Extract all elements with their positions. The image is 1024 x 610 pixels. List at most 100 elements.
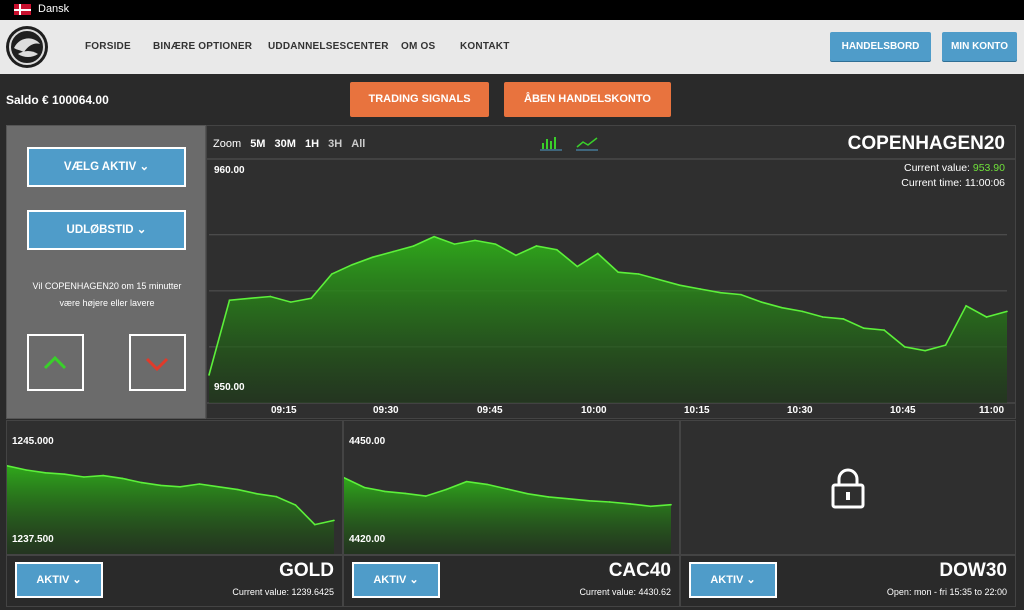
data-point — [140, 481, 143, 484]
data-point — [351, 263, 354, 266]
data-point — [465, 480, 468, 483]
trading-desk-button[interactable]: HANDELSBORD — [830, 32, 931, 61]
cac40-asset-button[interactable]: AKTIV ⌄ — [352, 562, 440, 598]
gold-y-tick-top: 1245.000 — [12, 436, 54, 447]
x-tick-label: 10:30 — [787, 405, 813, 416]
series-area — [7, 465, 334, 554]
data-point — [608, 501, 611, 503]
cac40-y-tick-bottom: 4420.00 — [349, 534, 386, 545]
series-area — [209, 236, 1007, 403]
prediction-question: Vil COPENHAGEN20 om 15 minutter være høj… — [32, 281, 182, 308]
nav-item-about[interactable]: OM OS — [401, 41, 435, 52]
select-asset-button[interactable]: VÆLG AKTIV ⌄ — [27, 147, 186, 187]
data-point — [903, 346, 906, 348]
balance-text: Saldo € 100064.00 — [6, 93, 109, 107]
logo-icon[interactable] — [6, 26, 48, 68]
put-lower-button[interactable] — [129, 334, 186, 391]
cac40-price-chart — [344, 476, 672, 554]
data-point — [494, 243, 497, 245]
data-point — [719, 291, 722, 294]
nav-item-contact[interactable]: KONTAKT — [460, 41, 510, 52]
data-point — [433, 235, 435, 238]
data-point — [384, 490, 386, 493]
data-point — [217, 486, 220, 488]
data-point — [506, 488, 509, 490]
data-point — [801, 310, 804, 313]
data-point — [515, 254, 517, 257]
data-point — [228, 299, 231, 301]
arrow-up-icon — [43, 355, 67, 370]
data-point — [699, 288, 701, 290]
data-point — [44, 472, 47, 474]
x-tick-label: 09:30 — [373, 405, 399, 416]
data-point — [760, 301, 763, 303]
data-point — [269, 295, 272, 298]
trade-control-panel: VÆLG AKTIV ⌄ UDLØBSTID ⌄ Vil COPENHAGEN2… — [6, 125, 206, 419]
call-higher-button[interactable] — [27, 334, 84, 391]
data-point — [445, 488, 447, 491]
dow30-market-hours: Open: mon - fri 15:35 to 22:00 — [886, 587, 1007, 597]
x-tick-label: 10:45 — [890, 405, 916, 416]
data-point — [412, 245, 415, 247]
gold-current-value: Current value: 1239.6425 — [232, 587, 334, 597]
data-point — [249, 297, 251, 300]
data-point — [160, 484, 162, 487]
data-point — [313, 523, 316, 526]
data-point — [576, 265, 579, 268]
data-point — [527, 492, 529, 495]
data-point — [424, 495, 427, 497]
gold-title: GOLD — [279, 560, 334, 581]
nav-item-education[interactable]: UDDANNELSESCENTER — [268, 41, 389, 52]
data-point — [637, 273, 640, 275]
x-tick-label: 09:45 — [477, 405, 503, 416]
data-point — [822, 316, 824, 318]
cac40-current-value: Current value: 4430.62 — [579, 587, 671, 597]
data-point — [237, 488, 239, 491]
data-point — [556, 248, 558, 251]
data-point — [883, 329, 886, 331]
gold-y-tick-bottom: 1237.500 — [12, 534, 54, 545]
danish-flag-icon[interactable] — [14, 4, 31, 15]
data-point — [333, 519, 335, 522]
gold-footer: AKTIV ⌄ GOLD Current value: 1239.6425 — [6, 555, 343, 607]
data-point — [198, 483, 201, 485]
arrow-down-icon — [145, 357, 169, 372]
data-point — [985, 316, 988, 318]
gold-asset-button[interactable]: AKTIV ⌄ — [15, 562, 103, 598]
dow30-footer: AKTIV ⌄ DOW30 Open: mon - fri 15:35 to 2… — [680, 555, 1016, 607]
nav-item-forside[interactable]: FORSIDE — [85, 41, 131, 52]
dow30-chart-panel — [680, 420, 1016, 555]
x-tick-label: 10:00 — [581, 405, 607, 416]
data-point — [486, 483, 488, 486]
gold-price-chart — [7, 465, 335, 554]
nav-item-binary-options[interactable]: BINÆRE OPTIONER — [153, 41, 252, 52]
data-point — [862, 327, 865, 330]
data-point — [404, 492, 407, 495]
open-account-button[interactable]: ÅBEN HANDELSKONTO — [504, 82, 671, 117]
data-point — [944, 344, 947, 346]
trading-signals-button[interactable]: TRADING SIGNALS — [350, 82, 489, 117]
data-point — [25, 469, 28, 471]
data-point — [330, 273, 333, 275]
data-point — [179, 486, 181, 488]
data-point — [208, 374, 210, 376]
data-point — [63, 473, 66, 475]
cac40-footer: AKTIV ⌄ CAC40 Current value: 4430.62 — [343, 555, 680, 607]
site-header: FORSIDE BINÆRE OPTIONER UDDANNELSESCENTE… — [0, 20, 1024, 74]
data-point — [294, 504, 297, 506]
data-point — [658, 278, 660, 281]
data-point — [275, 495, 278, 498]
data-point — [924, 349, 926, 352]
data-point — [740, 293, 742, 296]
data-point — [965, 305, 967, 307]
data-point — [1006, 310, 1008, 313]
expiry-button[interactable]: UDLØBSTID ⌄ — [27, 210, 186, 250]
dow30-asset-button[interactable]: AKTIV ⌄ — [689, 562, 777, 598]
data-point — [256, 493, 258, 495]
data-point — [842, 318, 845, 320]
data-point — [392, 250, 394, 253]
data-point — [649, 505, 652, 508]
cac40-chart-panel: 4450.00 4420.00 — [343, 420, 680, 555]
language-label[interactable]: Dansk — [38, 3, 69, 15]
my-account-button[interactable]: MIN KONTO — [942, 32, 1017, 61]
